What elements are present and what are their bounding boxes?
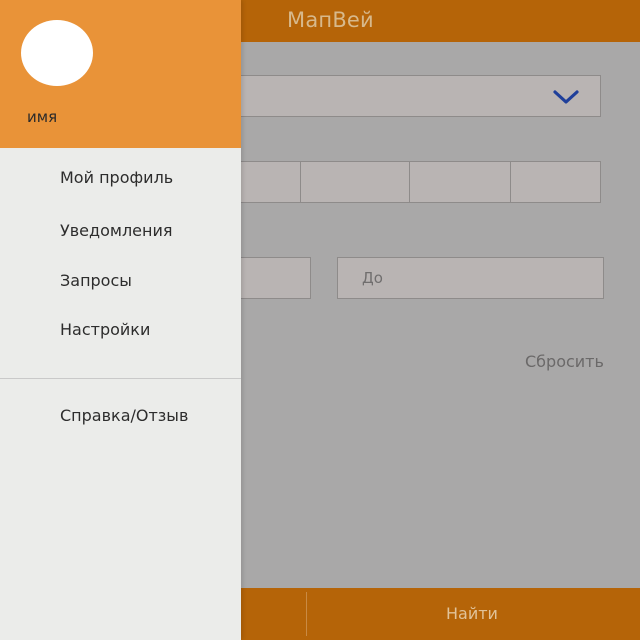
menu-item-label: Уведомления [60, 221, 173, 240]
menu-item-notifications[interactable]: Уведомления [0, 213, 241, 253]
menu-item-settings[interactable]: Настройки [0, 312, 241, 352]
chevron-down-icon [553, 90, 579, 104]
username: имя [27, 108, 58, 126]
search-button[interactable]: Найти [446, 604, 498, 623]
segmented-selector[interactable] [200, 161, 601, 203]
reset-button[interactable]: Сбросить [525, 352, 604, 371]
segment-divider [409, 162, 410, 202]
menu-divider [0, 378, 241, 379]
menu-item-label: Настройки [60, 320, 151, 339]
segment-divider [300, 162, 301, 202]
to-field-placeholder: До [362, 269, 383, 287]
to-field[interactable]: До [337, 257, 604, 299]
category-select[interactable] [200, 75, 601, 117]
menu-item-my-profile[interactable]: Мой профиль [0, 160, 241, 200]
menu-item-requests[interactable]: Запросы [0, 263, 241, 303]
app-title: МапВей [287, 8, 374, 32]
menu-item-label: Справка/Отзыв [60, 406, 189, 425]
segment-divider [510, 162, 511, 202]
menu-item-label: Запросы [60, 271, 132, 290]
avatar[interactable] [21, 20, 93, 86]
menu-item-help-feedback[interactable]: Справка/Отзыв [0, 398, 241, 438]
drawer-header: имя [0, 0, 241, 148]
menu-item-label: Мой профиль [60, 168, 174, 187]
bottom-divider [306, 592, 307, 636]
navigation-drawer: имя Мой профиль Уведомления Запросы Наст… [0, 0, 241, 640]
